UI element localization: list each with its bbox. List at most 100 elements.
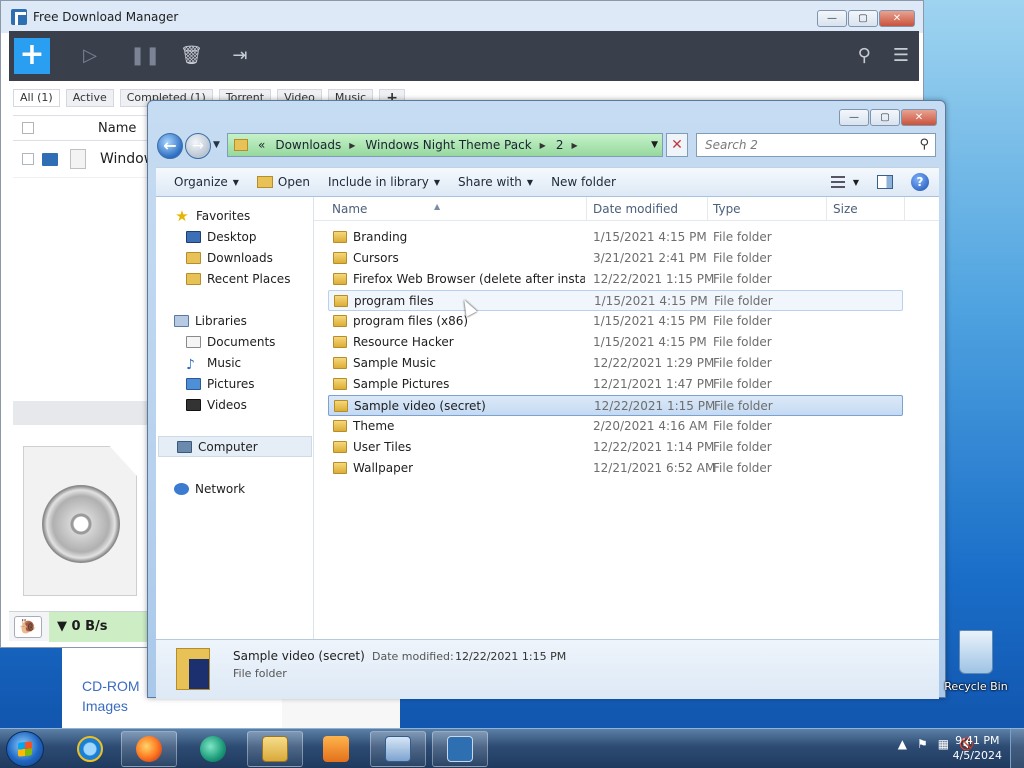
nav-libraries[interactable]: Libraries — [156, 310, 314, 331]
file-row-firefox[interactable]: Firefox Web Browser (delete after instal… — [328, 269, 903, 290]
tab-active[interactable]: Active — [65, 89, 114, 107]
maximize-button[interactable]: ▢ — [870, 109, 900, 126]
column-divider[interactable] — [707, 197, 708, 221]
delete-icon[interactable]: 🗑 — [180, 46, 203, 66]
nav-recent-places[interactable]: Recent Places — [156, 268, 314, 289]
taskbar-browser-app[interactable] — [185, 731, 241, 767]
tab-all[interactable]: All (1) — [13, 89, 60, 107]
breadcrumb-separator-icon[interactable]: ▶ — [540, 141, 546, 150]
minimize-button[interactable]: — — [817, 10, 847, 27]
back-button[interactable]: ← — [157, 133, 183, 159]
organize-label: Organize — [174, 175, 228, 189]
search-icon[interactable]: ⚲ — [858, 45, 871, 66]
file-row-user-tiles[interactable]: User Tiles 12/22/2021 1:14 PM File folde… — [328, 437, 903, 458]
forward-button[interactable]: → — [185, 133, 211, 159]
file-row-program-files[interactable]: program files 1/15/2021 4:15 PM File fol… — [328, 290, 903, 311]
taskbar-internet-explorer[interactable] — [62, 731, 118, 767]
file-name: program files (x86) — [353, 314, 469, 328]
file-row-wallpaper[interactable]: Wallpaper 12/21/2021 6:52 AM File folder — [328, 458, 903, 479]
file-row-cursors[interactable]: Cursors 3/21/2021 2:41 PM File folder — [328, 248, 903, 269]
breadcrumb-theme-pack[interactable]: Windows Night Theme Pack — [365, 138, 531, 152]
speed-mode-icon[interactable]: 🐌 — [14, 616, 42, 638]
nav-desktop[interactable]: Desktop — [156, 226, 314, 247]
clear-address-button[interactable]: ✕ — [666, 133, 688, 157]
close-button[interactable]: ✕ — [901, 109, 937, 126]
minimize-button[interactable]: — — [839, 109, 869, 126]
column-type-header[interactable]: Type — [713, 202, 741, 216]
share-with-button[interactable]: Share with ▼ — [458, 175, 533, 189]
nav-music[interactable]: ♪ Music — [156, 352, 314, 373]
column-divider[interactable] — [826, 197, 827, 221]
taskbar-control-panel[interactable] — [370, 731, 426, 767]
select-all-checkbox[interactable] — [22, 122, 34, 134]
column-divider[interactable] — [904, 197, 905, 221]
menu-icon[interactable]: ☰ — [893, 45, 909, 66]
taskbar-media-player[interactable] — [308, 731, 364, 767]
file-row-sample-video[interactable]: Sample video (secret) 12/22/2021 1:15 PM… — [328, 395, 903, 416]
row-checkbox[interactable] — [22, 153, 34, 165]
address-bar[interactable]: « Downloads ▶ Windows Night Theme Pack ▶… — [227, 133, 663, 157]
preview-pane-icon[interactable] — [877, 175, 893, 189]
network-status-icon[interactable]: ▦ — [938, 737, 949, 751]
new-folder-button[interactable]: New folder — [551, 175, 616, 189]
help-icon[interactable]: ? — [911, 173, 929, 191]
file-row-branding[interactable]: Branding 1/15/2021 4:15 PM File folder — [328, 227, 903, 248]
nav-documents[interactable]: Documents — [156, 331, 314, 352]
file-row-sample-music[interactable]: Sample Music 12/22/2021 1:29 PM File fol… — [328, 353, 903, 374]
breadcrumb-downloads[interactable]: Downloads — [275, 138, 341, 152]
open-button[interactable]: Open — [256, 175, 310, 189]
breadcrumb-overflow[interactable]: « — [258, 138, 265, 152]
selected-folder-icon — [176, 648, 210, 690]
folder-icon[interactable] — [42, 153, 58, 166]
include-in-library-button[interactable]: Include in library ▼ — [328, 175, 440, 189]
breadcrumb-2[interactable]: 2 — [556, 138, 564, 152]
nav-videos[interactable]: Videos — [156, 394, 314, 415]
file-row-resource-hacker[interactable]: Resource Hacker 1/15/2021 4:15 PM File f… — [328, 332, 903, 353]
libraries-label: Libraries — [195, 313, 247, 328]
nav-favorites[interactable]: ★ Favorites — [156, 205, 314, 226]
recycle-bin[interactable]: Recycle Bin — [944, 630, 1008, 700]
column-divider[interactable] — [586, 197, 587, 221]
file-date: 12/22/2021 1:29 PM — [593, 356, 715, 370]
file-row-program-files-x86[interactable]: program files (x86) 1/15/2021 4:15 PM Fi… — [328, 311, 903, 332]
breadcrumb-separator-icon[interactable]: ▶ — [349, 141, 355, 150]
cdrom-images-link[interactable]: CD-ROM Images — [82, 676, 140, 716]
nav-computer[interactable]: Computer — [158, 436, 312, 457]
show-desktop-button[interactable] — [1010, 729, 1024, 768]
resume-icon[interactable]: ▷ — [80, 46, 100, 66]
pause-icon[interactable]: ❚❚ — [130, 46, 160, 66]
change-view-button[interactable]: ▼ — [830, 176, 859, 188]
maximize-button[interactable]: ▢ — [848, 10, 878, 27]
nav-network[interactable]: Network — [156, 478, 314, 499]
taskbar-windows-explorer[interactable] — [247, 731, 303, 767]
add-download-button[interactable]: + — [14, 38, 50, 74]
column-name-header[interactable]: Name — [332, 202, 367, 216]
download-row[interactable]: Windows — [13, 142, 163, 178]
recent-pages-dropdown[interactable]: ▼ — [213, 140, 220, 150]
column-name[interactable]: Name — [98, 121, 136, 136]
file-row-sample-pictures[interactable]: Sample Pictures 12/21/2021 1:47 PM File … — [328, 374, 903, 395]
file-name: program files — [354, 294, 434, 308]
computer-icon — [177, 440, 192, 453]
breadcrumb-separator-icon[interactable]: ▶ — [571, 141, 577, 150]
move-icon[interactable]: ⇥ — [230, 46, 250, 66]
clock[interactable]: 9:41 PM 4/5/2024 — [953, 733, 1002, 763]
nav-pictures[interactable]: Pictures — [156, 373, 314, 394]
column-size-header[interactable]: Size — [833, 202, 858, 216]
start-button[interactable] — [6, 731, 44, 767]
libraries-group: Libraries Documents ♪ Music Pictures Vide… — [156, 310, 314, 415]
search-input[interactable]: Search 2 ⚲ — [696, 133, 936, 157]
file-name: Sample video (secret) — [354, 399, 486, 413]
taskbar-free-download-manager[interactable] — [432, 731, 488, 767]
address-dropdown-icon[interactable]: ▼ — [651, 140, 658, 150]
close-button[interactable]: ✕ — [879, 10, 915, 27]
organize-button[interactable]: Organize ▼ — [174, 175, 239, 189]
file-row-theme[interactable]: Theme 2/20/2021 4:16 AM File folder — [328, 416, 903, 437]
fdm-icon — [447, 736, 473, 762]
search-icon[interactable]: ⚲ — [919, 134, 929, 156]
column-date-header[interactable]: Date modified — [593, 202, 678, 216]
action-center-flag-icon[interactable]: ⚑ — [917, 737, 928, 751]
taskbar-firefox[interactable] — [121, 731, 177, 767]
show-hidden-icons-icon[interactable]: ▲ — [898, 737, 907, 751]
nav-downloads[interactable]: Downloads — [156, 247, 314, 268]
